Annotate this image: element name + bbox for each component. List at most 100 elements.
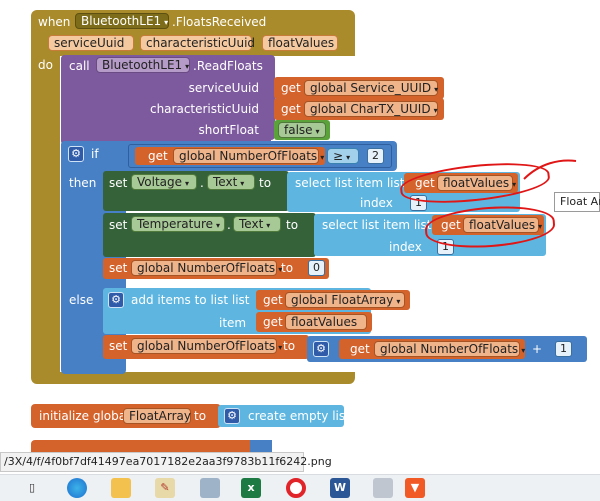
initialize-global-block[interactable]: initialize global FloatArray to <box>31 404 221 428</box>
var-label: global NumberOfFloats <box>137 261 276 275</box>
if-label: if <box>91 147 99 161</box>
get-label: get <box>263 293 283 307</box>
numberoffloats-dropdown[interactable]: global NumberOfFloats ▾ <box>374 341 525 357</box>
tooltip: Float Ar <box>554 192 600 212</box>
to-label: to <box>286 218 299 232</box>
gear-icon[interactable]: ⚙ <box>313 341 329 357</box>
voltage-component-dropdown[interactable]: Voltage ▾ <box>131 174 197 190</box>
floatvalues-dropdown[interactable]: floatValues <box>285 314 367 330</box>
notes-app-icon[interactable] <box>200 478 220 498</box>
gear-icon[interactable]: ⚙ <box>108 292 124 308</box>
event-component-label: BluetoothLE1 <box>81 14 162 28</box>
param-characteristic-uuid[interactable]: characteristicUuid <box>140 35 255 51</box>
item-label: item <box>219 316 247 330</box>
gear-icon[interactable]: ⚙ <box>224 408 240 424</box>
false-dropdown[interactable]: false ▾ <box>278 122 326 138</box>
get-label: get <box>281 81 301 95</box>
get-chartx-uuid-block[interactable]: get global CharTX_UUID ▾ <box>274 98 444 120</box>
set-numberoffloats-block-2[interactable]: set global NumberOfFloats ▾ to <box>103 335 309 359</box>
numberoffloats-dropdown[interactable]: global NumberOfFloats ▾ <box>131 338 282 354</box>
word-icon[interactable]: W <box>330 478 350 498</box>
false-label: false <box>284 123 313 137</box>
param-service-uuid[interactable]: serviceUuid <box>48 35 134 51</box>
to-label: to <box>281 261 294 275</box>
param-label: serviceUuid <box>54 36 125 50</box>
dropdown-arrow-icon: ▾ <box>240 179 245 188</box>
call-label: call <box>69 59 90 73</box>
dot-separator: . <box>227 218 231 232</box>
get-floatvalues-block-3[interactable]: get floatValues <box>256 312 372 332</box>
operator-dropdown[interactable]: ≥ ▾ <box>327 148 359 164</box>
url-text: /3X/4/f/4f0bf7df41497ea7017182e2aa3f9783… <box>4 455 332 468</box>
create-empty-list-block[interactable]: ⚙ create empty list <box>218 405 350 427</box>
floatarray-name-field[interactable]: FloatArray <box>123 408 191 424</box>
dropdown-arrow-icon: ▾ <box>185 179 190 188</box>
get-label: get <box>281 102 301 116</box>
numberoffloats-dropdown[interactable]: global NumberOfFloats ▾ <box>131 260 282 276</box>
var-label: floatValues <box>291 315 358 329</box>
tooltip-text: Float Ar <box>560 195 600 208</box>
temperature-property-dropdown[interactable]: Text ▾ <box>233 216 281 232</box>
to-label: to <box>194 409 207 423</box>
var-label: global Service_UUID <box>310 81 432 95</box>
number-2-block[interactable]: 2 <box>367 148 384 164</box>
set-voltage-text-block[interactable]: set Voltage ▾ . Text ▾ to <box>103 171 289 211</box>
dropdown-arrow-icon: ▾ <box>320 153 325 162</box>
add-items-to-list-block[interactable]: ⚙ add items to list list item get global… <box>103 288 410 334</box>
service-uuid-dropdown[interactable]: global Service_UUID ▾ <box>304 80 438 96</box>
call-component-dropdown[interactable]: BluetoothLE1 ▾ <box>96 57 190 73</box>
gear-icon[interactable]: ⚙ <box>68 146 84 162</box>
param-float-values[interactable]: floatValues <box>262 35 338 51</box>
operator-label: ≥ <box>333 149 344 163</box>
url-status-bar: /3X/4/f/4f0bf7df41497ea7017182e2aa3f9783… <box>0 452 332 472</box>
file-explorer-icon[interactable] <box>111 478 131 498</box>
set-temperature-text-block[interactable]: set Temperature ▾ . Text ▾ to <box>103 213 316 257</box>
logic-false-block[interactable]: false ▾ <box>274 120 330 140</box>
excel-icon[interactable]: x <box>241 478 261 498</box>
then-label: then <box>69 176 97 190</box>
set-label: set <box>109 176 128 190</box>
dropdown-arrow-icon: ▾ <box>216 221 221 230</box>
var-label: global NumberOfFloats <box>380 342 519 356</box>
var-label: global NumberOfFloats <box>179 149 318 163</box>
dropdown-arrow-icon: ▾ <box>278 343 283 352</box>
plus-operator: + <box>532 342 543 356</box>
else-label: else <box>69 293 94 307</box>
floatarray-dropdown[interactable]: global FloatArray ▾ <box>285 292 405 308</box>
app-icon[interactable] <box>373 478 393 498</box>
number-0-block[interactable]: 0 <box>308 260 325 276</box>
get-floatarray-block[interactable]: get global FloatArray ▾ <box>256 290 410 310</box>
dropdown-arrow-icon: ▾ <box>396 297 401 306</box>
number-1-block[interactable]: 1 <box>555 341 572 357</box>
event-do-label: do <box>38 58 53 72</box>
get-numberoffloats-block[interactable]: get global NumberOfFloats ▾ <box>135 147 325 165</box>
property-label: Text <box>213 175 238 189</box>
dropdown-arrow-icon: ▾ <box>434 85 439 94</box>
select-list-item-label: select list item list <box>322 218 432 232</box>
component-label: Temperature <box>137 217 214 231</box>
opera-browser-icon[interactable] <box>286 478 306 498</box>
get-numberoffloats-block-2[interactable]: get global NumberOfFloats ▾ <box>339 339 525 359</box>
add-items-label: add items to list list <box>131 293 250 307</box>
get-service-uuid-block[interactable]: get global Service_UUID ▾ <box>274 77 444 99</box>
task-view-icon[interactable]: ▯ <box>22 478 42 498</box>
temperature-component-dropdown[interactable]: Temperature ▾ <box>131 216 225 232</box>
voltage-property-dropdown[interactable]: Text ▾ <box>207 174 255 190</box>
arg-name-characteristic-uuid: characteristicUuid <box>149 102 259 116</box>
dropdown-arrow-icon: ▾ <box>521 346 526 355</box>
edge-browser-icon[interactable] <box>67 478 87 498</box>
dropdown-arrow-icon: ▾ <box>315 127 320 136</box>
component-label: Voltage <box>137 175 183 189</box>
dot-separator: . <box>200 176 204 190</box>
initialize-label: initialize global <box>39 409 130 423</box>
select-list-item-label: select list item list <box>295 176 405 190</box>
paint-app-icon[interactable]: ✎ <box>155 478 175 498</box>
addition-block[interactable]: ⚙ get global NumberOfFloats ▾ + 1 <box>307 336 587 362</box>
brave-browser-icon[interactable]: ▼ <box>405 478 425 498</box>
numberoffloats-dropdown[interactable]: global NumberOfFloats ▾ <box>173 148 324 164</box>
compare-block[interactable]: get global NumberOfFloats ▾ ≥ ▾ 2 <box>128 144 392 168</box>
event-component-dropdown[interactable]: BluetoothLE1 ▾ <box>75 13 169 29</box>
set-numberoffloats-block[interactable]: set global NumberOfFloats ▾ to 0 <box>103 258 329 279</box>
set-label: set <box>109 218 128 232</box>
chartx-uuid-dropdown[interactable]: global CharTX_UUID ▾ <box>304 101 438 117</box>
